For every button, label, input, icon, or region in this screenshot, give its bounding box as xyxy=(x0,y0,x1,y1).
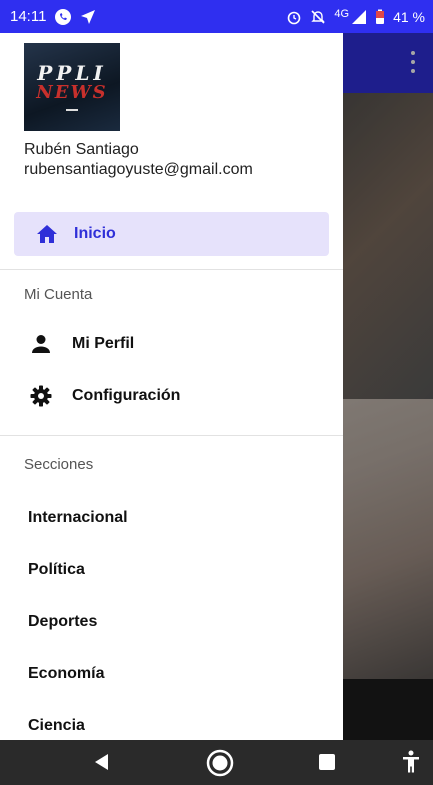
logo-text-news: NEWS xyxy=(36,82,108,103)
accessibility-icon[interactable] xyxy=(402,750,420,774)
user-email: rubensantiagoyuste@gmail.com xyxy=(24,161,253,178)
alarm-icon xyxy=(286,9,302,25)
gear-icon xyxy=(28,385,54,407)
section-link-politica[interactable]: Política xyxy=(0,544,343,596)
status-time: 14:11 xyxy=(10,8,47,25)
nav-item-mi-perfil[interactable]: Mi Perfil xyxy=(0,318,343,370)
section-link-internacional[interactable]: Internacional xyxy=(0,492,343,544)
back-icon[interactable] xyxy=(92,752,112,772)
mute-icon xyxy=(310,9,326,25)
nav-item-label: Inicio xyxy=(74,225,116,242)
battery-percent: 41 % xyxy=(393,8,425,25)
section-link-ciencia[interactable]: Ciencia xyxy=(0,700,343,740)
person-icon xyxy=(28,334,54,354)
network-type: 4G xyxy=(334,7,350,20)
whatsapp-notification-icon xyxy=(54,8,72,26)
section-link-deportes[interactable]: Deportes xyxy=(0,596,343,648)
home-button-icon[interactable] xyxy=(206,749,234,777)
nav-item-configuracion[interactable]: Configuración xyxy=(0,370,343,422)
app-logo: PPLI NEWS xyxy=(24,43,120,131)
logo-line xyxy=(66,109,78,111)
section-title-account: Mi Cuenta xyxy=(24,285,93,303)
home-icon xyxy=(34,224,60,244)
battery-icon xyxy=(375,9,385,25)
navigation-drawer: PPLI NEWS Rubén Santiago rubensantiagoyu… xyxy=(0,33,343,740)
section-title-secciones: Secciones xyxy=(24,455,94,473)
system-nav-bar xyxy=(0,740,433,785)
nav-item-inicio[interactable]: Inicio xyxy=(14,212,329,256)
status-bar: 14:11 4G 41 % xyxy=(0,0,433,33)
drawer-header: PPLI NEWS Rubén Santiago rubensantiagoyu… xyxy=(0,33,343,203)
signal-icon xyxy=(351,9,367,25)
nav-item-label: Configuración xyxy=(72,387,181,404)
logo-text-ppli: PPLI xyxy=(37,61,107,85)
nav-item-label: Mi Perfil xyxy=(72,335,135,352)
section-link-economia[interactable]: Economía xyxy=(0,648,343,700)
location-arrow-icon xyxy=(80,9,96,25)
user-name: Rubén Santiago xyxy=(24,141,139,158)
recents-icon[interactable] xyxy=(318,753,336,771)
